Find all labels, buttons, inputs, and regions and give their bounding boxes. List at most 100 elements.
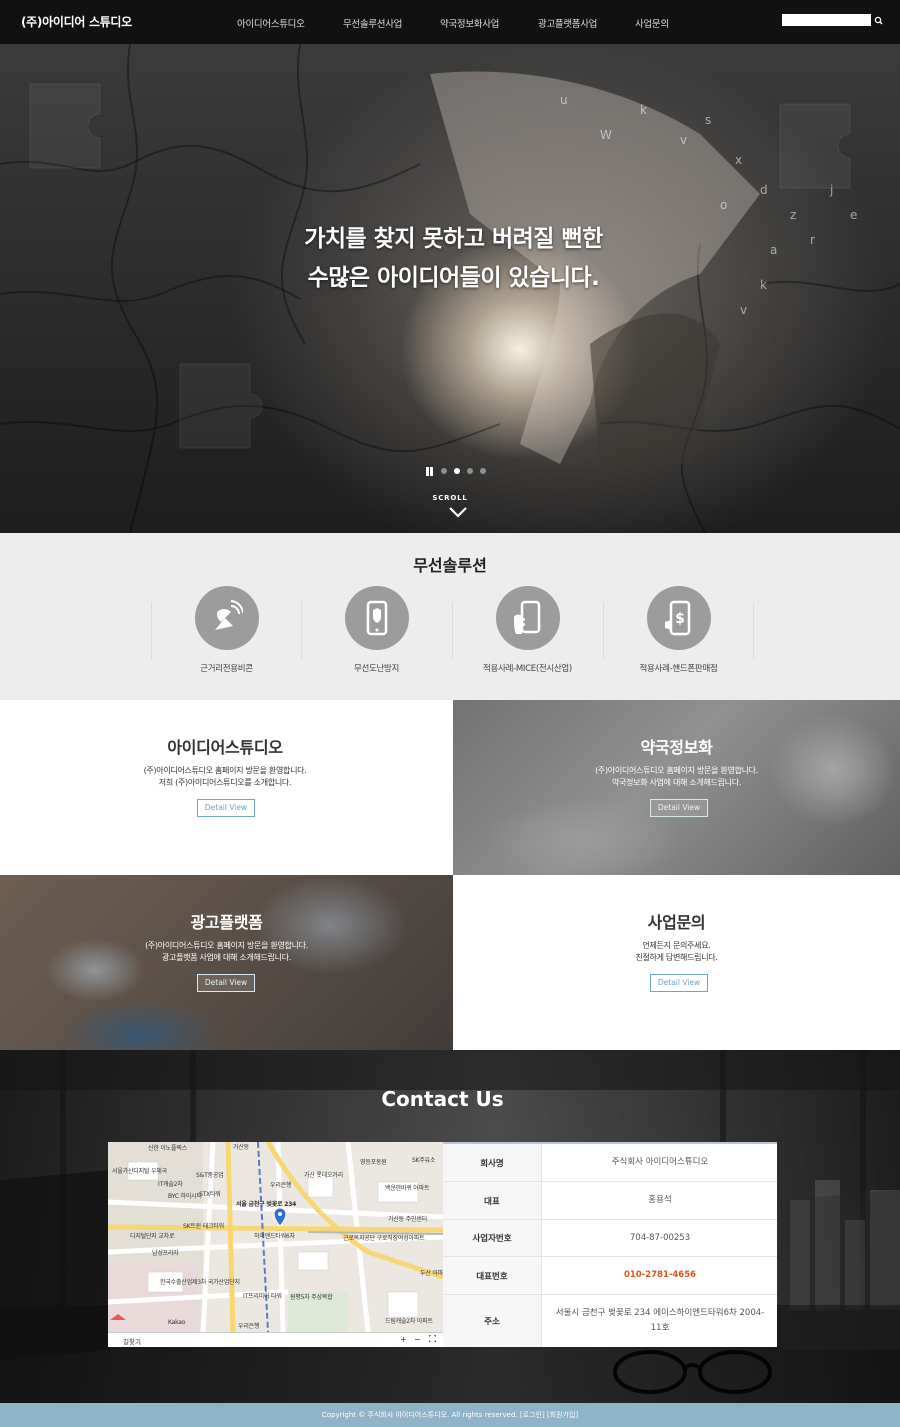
tile-description-line: 언제든지 문의주세요. <box>642 941 711 950</box>
slide-dot-4[interactable] <box>480 468 486 474</box>
tile-description-line: (주)아이디어스튜디오 홈페이지 방문을 환영합니다. <box>145 941 308 950</box>
solution-label: 근거리전용비콘 <box>200 664 253 674</box>
map-label: S&T중공업 <box>196 1172 224 1179</box>
pause-icon[interactable] <box>425 467 434 476</box>
map-label: 서울가산디지털 우체국 <box>112 1168 167 1175</box>
info-value: 홍용석 <box>648 1195 672 1205</box>
hand-phone-icon <box>495 586 560 650</box>
nav-item-pharmacy[interactable]: 약국정보화사업 <box>440 16 499 30</box>
tile-description: (주)아이디어스튜디오 홈페이지 방문을 환영합니다. 저희 (주)아이디어스튜… <box>0 765 450 789</box>
tile-inquiry: 사업문의 언제든지 문의주세요. 친절하게 답변해드립니다. Detail Vi… <box>453 875 900 1050</box>
svg-text:x: x <box>735 153 742 167</box>
detail-view-button[interactable]: Detail View <box>197 799 255 817</box>
solution-label: 무선도난방지 <box>353 664 400 674</box>
satellite-dish-icon <box>194 586 259 650</box>
tile-description-line: (주)아이디어스튜디오 홈페이지 방문을 환영합니다. <box>143 766 307 775</box>
copyright-text: Copyright © 주식회사 아이디어스튜디오. All rights re… <box>321 1411 518 1419</box>
phone-number[interactable]: 010-2781-4656 <box>543 1257 777 1294</box>
info-value: 서울시 금천구 벚꽃로 234 에이스하이엔드타워6차 2004-11호 <box>555 1308 765 1333</box>
search-input[interactable] <box>782 14 871 26</box>
info-value: 주식회사 아이디어스튜디오 <box>611 1157 709 1167</box>
svg-text:v: v <box>680 133 687 147</box>
tile-description: (주)아이디어스튜디오 홈페이지 방문을 환영합니다. 광고플랫폼 사업에 대해… <box>0 940 453 964</box>
slide-dot-2[interactable] <box>454 468 460 474</box>
map-label: 두산 아파트 <box>420 1270 443 1277</box>
nav-item-idea-studio[interactable]: 아이디어스튜디오 <box>237 16 305 30</box>
map-label: 드림캐슬2차 아파트 <box>385 1318 433 1325</box>
fullscreen-icon[interactable] <box>428 1334 437 1344</box>
slide-dot-3[interactable] <box>467 468 473 474</box>
solution-item-mice[interactable]: 적용사례-MICE(전시산업) <box>452 586 603 674</box>
zoom-in-button[interactable]: + <box>400 1335 407 1344</box>
nav-item-wireless[interactable]: 무선솔루션사업 <box>343 16 402 30</box>
map-provider-label: Kakao <box>168 1319 186 1326</box>
wireless-solution-section: 무선솔루션 근거리전용비콘 무선도난방지 적용사례-MICE(전시산업) $ 적… <box>0 533 900 700</box>
nav-item-ad-platform[interactable]: 광고플랫폼사업 <box>538 16 597 30</box>
hero-headline-line-1: 가치를 찾지 못하고 버려질 뻔한 <box>304 226 603 252</box>
main-nav: 아이디어스튜디오 무선솔루션사업 약국정보화사업 광고플랫폼사업 사업문의 <box>0 16 900 30</box>
map-label: 남성프라자 <box>152 1250 179 1257</box>
slide-dot-1[interactable] <box>441 468 447 474</box>
map-label: 우리은행 <box>238 1323 260 1330</box>
tile-description-line: 약국정보화 사업에 대해 소개해드립니다. <box>612 778 741 787</box>
phone-dollar-icon: $ <box>646 586 711 650</box>
solution-item-antitheft[interactable]: 무선도난방지 <box>301 586 452 674</box>
hero-slider: kvs xdz ora Wuj kve 가치를 찾지 못하고 버려질 뻔한 수많… <box>0 44 900 533</box>
map-label: 근로복지공단 구로직장여성아파트 <box>343 1235 425 1242</box>
site-header: (주)아이디어 스튜디오 아이디어스튜디오 무선솔루션사업 약국정보화사업 광고… <box>0 0 900 44</box>
tile-title: 약국정보화 <box>640 738 713 757</box>
info-row-business-number: 사업자번호 704-87-00253 <box>443 1220 777 1257</box>
map-footer-bar: 길찾기 + − <box>108 1332 443 1347</box>
map-label: 원평5차 주상복합 <box>290 1294 333 1301</box>
zoom-out-button[interactable]: − <box>414 1335 421 1344</box>
svg-text:W: W <box>600 128 612 142</box>
map-label: BYC 하이시티 <box>168 1193 202 1200</box>
info-row-ceo: 대표 홍용석 <box>443 1182 777 1220</box>
map-label: 영등포동원 <box>360 1159 387 1166</box>
search-icon[interactable] <box>873 13 885 27</box>
login-link[interactable]: [로그인] <box>520 1411 545 1419</box>
info-key: 대표 <box>443 1182 542 1219</box>
tile-title: 아이디어스튜디오 <box>167 738 283 757</box>
tile-description-line: 친절하게 답변해드립니다. <box>635 953 718 962</box>
map-label: SK주유소 <box>412 1157 436 1164</box>
tile-description-line: 저희 (주)아이디어스튜디오를 소개합니다. <box>158 778 292 787</box>
scroll-label[interactable]: SCROLL <box>0 494 900 502</box>
tile-ad-platform: 광고플랫폼 (주)아이디어스튜디오 홈페이지 방문을 환영합니다. 광고플랫폼 … <box>0 875 453 1050</box>
join-link[interactable]: [회원가입] <box>547 1411 578 1419</box>
solution-item-beacon[interactable]: 근거리전용비콘 <box>151 586 302 674</box>
map-label: 백운한바퀴 아파트 <box>385 1185 430 1192</box>
map-label: 가산 롯데오거리 <box>304 1172 343 1179</box>
tile-idea-studio: 아이디어스튜디오 (주)아이디어스튜디오 홈페이지 방문을 환영합니다. 저희 … <box>0 700 450 875</box>
svg-text:v: v <box>740 303 747 317</box>
hero-headline-line-2: 수많은 아이디어들이 있습니다. <box>307 265 600 291</box>
detail-view-button[interactable]: Detail View <box>650 799 708 817</box>
directions-link[interactable]: 길찾기 <box>123 1336 141 1346</box>
svg-text:k: k <box>640 103 647 117</box>
tile-description-line: (주)아이디어스튜디오 홈페이지 방문을 환영합니다. <box>595 766 758 775</box>
map-label: 우리은행 <box>270 1182 292 1189</box>
map-label: 디지털단지 교차로 <box>130 1233 175 1240</box>
svg-text:d: d <box>760 183 768 197</box>
contact-title: Contact Us <box>381 1087 504 1111</box>
info-value: 704-87-00253 <box>629 1232 691 1243</box>
tile-description: (주)아이디어스튜디오 홈페이지 방문을 환영합니다. 약국정보화 사업에 대해… <box>453 765 900 789</box>
nav-item-inquiry[interactable]: 사업문의 <box>635 16 669 30</box>
contact-section: Contact Us 신한 이노플렉스 가산동 서울가산디지털 우체국 S&T중… <box>0 1050 900 1403</box>
detail-view-button[interactable]: Detail View <box>650 974 708 992</box>
svg-text:s: s <box>705 113 711 127</box>
info-key: 주소 <box>443 1295 542 1347</box>
solution-label: 적용사례-MICE(전시산업) <box>483 664 572 674</box>
map-label: 한국수출산업제3차 국가산업단지 <box>160 1279 240 1286</box>
map-label: 가산동 주민센터 <box>388 1216 427 1223</box>
detail-view-button[interactable]: Detail View <box>197 974 255 992</box>
location-map[interactable]: 신한 이노플렉스 가산동 서울가산디지털 우체국 S&T중공업 우리은행 가산 … <box>108 1142 443 1347</box>
phone-shield-icon <box>344 586 409 650</box>
section-title: 무선솔루션 <box>413 556 487 575</box>
info-row-phone: 대표번호 010-2781-4656 <box>443 1257 777 1295</box>
solution-item-phone-store[interactable]: $ 적용사례-핸드폰판매점 <box>603 586 754 674</box>
chevron-down-icon[interactable] <box>448 506 468 518</box>
tile-title: 광고플랫폼 <box>190 913 263 932</box>
map-label: 가산동 <box>233 1144 249 1151</box>
hero-headline: 가치를 찾지 못하고 버려질 뻔한 수많은 아이디어들이 있습니다. <box>0 220 900 298</box>
